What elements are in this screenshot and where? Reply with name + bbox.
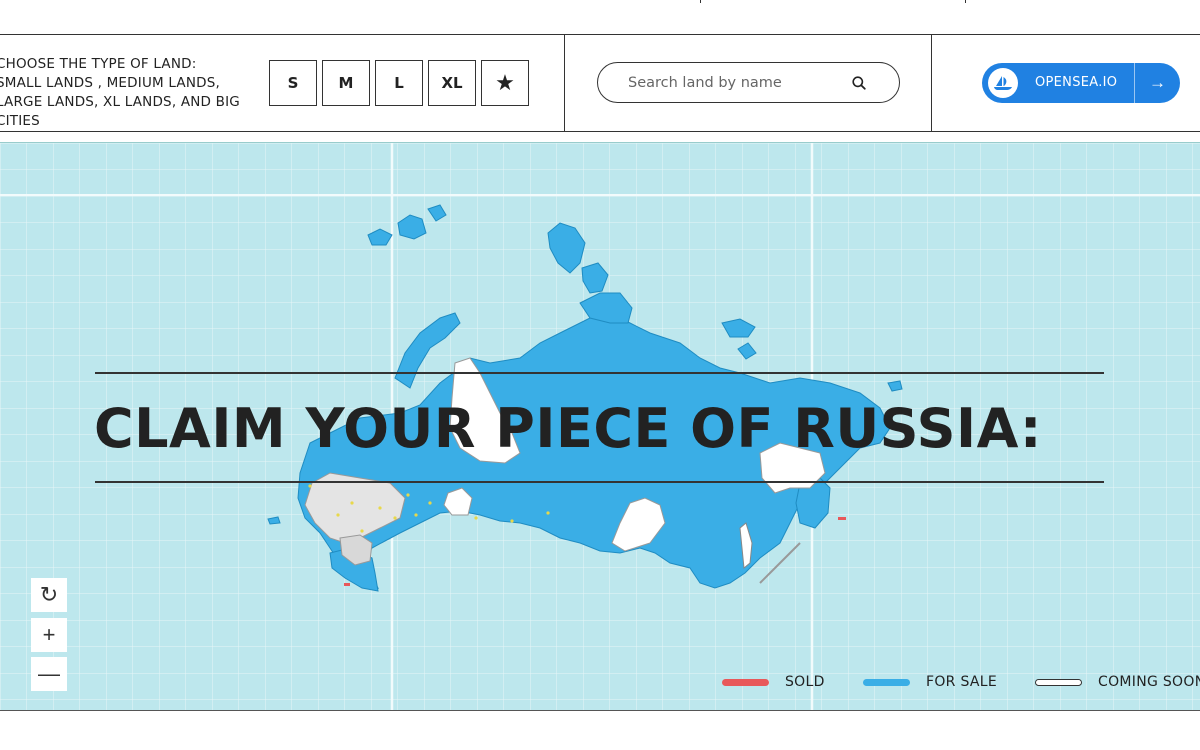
top-strip	[0, 0, 1200, 35]
region-novaya-zemlya	[547, 222, 586, 274]
strip-divider	[700, 0, 701, 3]
refresh-icon[interactable]: ↻	[31, 578, 67, 612]
opensea-label: OPENSEA.IO	[1035, 75, 1118, 90]
hero-title: CLAIM YOUR PIECE OF RUSSIA:	[94, 397, 1043, 460]
region-new-siberian-islands	[721, 318, 757, 360]
legend-label-for-sale: FOR SALE	[926, 674, 998, 690]
region-arctic-islands	[367, 204, 447, 246]
size-button-l[interactable]: L	[375, 60, 423, 106]
size-button-xl[interactable]: XL	[428, 60, 476, 106]
legend-sold: SOLD	[722, 673, 825, 691]
arrow-right-icon[interactable]: →	[1135, 63, 1180, 103]
strip-divider	[965, 0, 966, 3]
hero-rule-top	[95, 372, 1104, 374]
legend-swatch-coming-soon	[1035, 678, 1082, 686]
land-filter-header: CHOOSE THE TYPE OF LAND: SMALL LANDS , M…	[0, 35, 1200, 132]
zoom-out-button[interactable]: —	[31, 657, 67, 691]
header-divider	[564, 35, 565, 132]
land-type-prompt: CHOOSE THE TYPE OF LAND: SMALL LANDS , M…	[0, 56, 240, 129]
sold-marker	[344, 583, 350, 586]
region-novaya-zemlya-south	[581, 262, 609, 294]
legend-label-sold: SOLD	[785, 674, 825, 690]
header-divider	[931, 35, 932, 132]
search-input[interactable]	[628, 72, 848, 94]
region-chukotka-island	[887, 380, 903, 392]
legend-for-sale: FOR SALE	[863, 673, 997, 691]
sold-marker	[838, 517, 846, 520]
legend-swatch-for-sale	[863, 678, 910, 686]
size-button-s[interactable]: S	[269, 60, 317, 106]
region-kaliningrad	[267, 516, 281, 525]
legend-swatch-sold	[722, 678, 769, 686]
search-icon[interactable]	[851, 75, 867, 91]
size-button-big-cities[interactable]: ★	[481, 60, 529, 106]
hero-rule-bottom	[95, 481, 1104, 483]
legend-label-coming-soon: COMING SOON	[1098, 674, 1200, 690]
zoom-in-button[interactable]: +	[31, 618, 67, 652]
search-box[interactable]	[597, 62, 900, 103]
legend-coming-soon: COMING SOON	[1035, 673, 1200, 691]
size-button-m[interactable]: M	[322, 60, 370, 106]
region-taymyr	[579, 292, 633, 324]
opensea-logo-icon	[988, 68, 1018, 98]
land-map[interactable]: CLAIM YOUR PIECE OF RUSSIA: ↻ + — SOLD F…	[0, 142, 1200, 711]
opensea-button[interactable]: OPENSEA.IO →	[982, 63, 1180, 103]
